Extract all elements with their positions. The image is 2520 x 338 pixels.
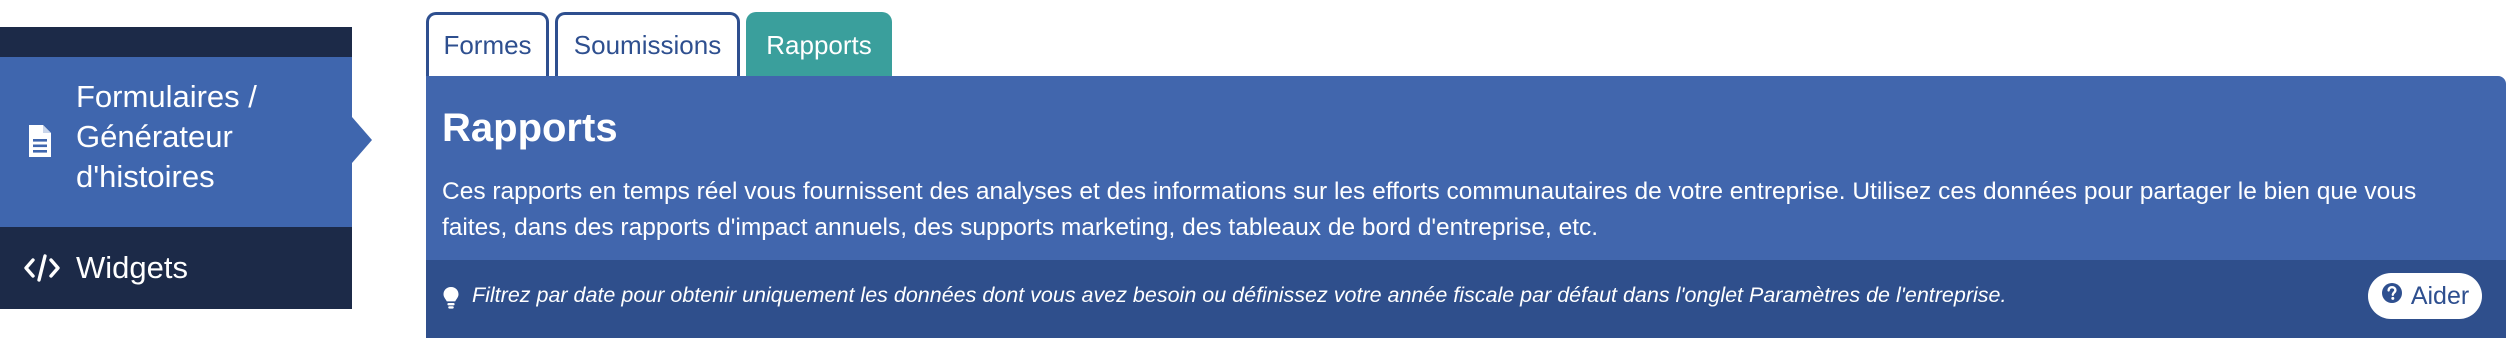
sidebar-top-item[interactable] — [0, 27, 352, 57]
sidebar-item-widgets[interactable]: Widgets — [0, 227, 352, 309]
page-title: Rapports — [442, 106, 618, 150]
help-button-label: Aider — [2410, 281, 2470, 310]
code-icon — [22, 251, 62, 285]
question-circle-icon — [2381, 282, 2403, 311]
app-root: Formulaires / Générateur d'histoires Wid… — [0, 0, 2520, 338]
tip-text: Filtrez par date pour obtenir uniquement… — [472, 283, 2007, 307]
sidebar-item-forms[interactable]: Formulaires / Générateur d'histoires — [0, 57, 352, 227]
tip-bar: Filtrez par date pour obtenir uniquement… — [426, 260, 2506, 338]
tab-formes[interactable]: Formes — [426, 12, 549, 76]
sidebar-item-label-line-1: Formulaires / — [76, 79, 257, 114]
lightbulb-icon — [442, 286, 460, 315]
active-indicator-arrow — [352, 117, 372, 163]
sidebar-item-label-line-2: Générateur — [76, 119, 233, 154]
reports-panel: Rapports Ces rapports en temps réel vous… — [426, 76, 2506, 338]
sidebar: Formulaires / Générateur d'histoires Wid… — [0, 0, 372, 338]
tab-soumissions[interactable]: Soumissions — [555, 12, 740, 76]
tab-rapports[interactable]: Rapports — [746, 12, 892, 76]
document-icon — [24, 121, 56, 161]
page-description: Ces rapports en temps réel vous fourniss… — [442, 178, 2417, 241]
sidebar-item-label-line-3: d'histoires — [76, 159, 215, 194]
help-button[interactable]: Aider — [2368, 273, 2482, 319]
sidebar-item-label: Widgets — [76, 250, 188, 285]
